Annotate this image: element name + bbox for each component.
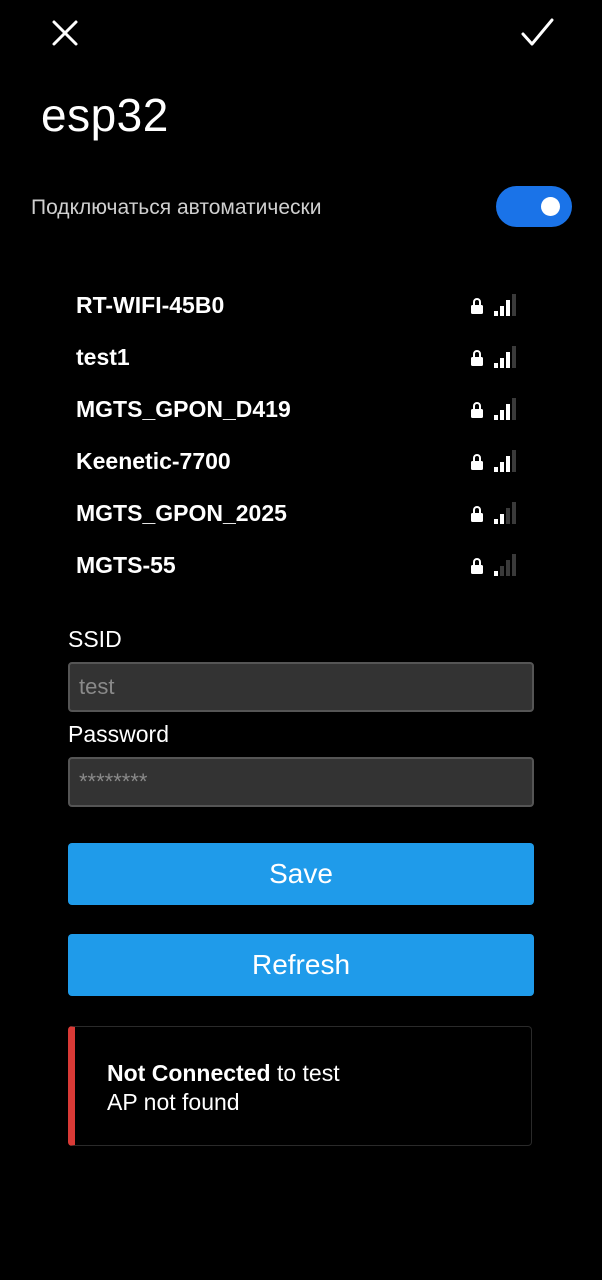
signal-bar: [500, 358, 504, 368]
check-icon: [521, 18, 554, 46]
status-target: to test: [270, 1060, 340, 1086]
signal-bar: [494, 363, 498, 368]
signal-strength-icon: [494, 500, 518, 524]
signal-bar: [494, 311, 498, 316]
signal-bar: [506, 508, 510, 524]
network-item[interactable]: MGTS_GPON_2025: [76, 492, 526, 544]
signal-bar: [512, 554, 516, 576]
signal-bar: [506, 300, 510, 316]
network-list: RT-WIFI-45B0 test1 MGTS_GPON_D419 Keenetic-…: [76, 284, 526, 596]
signal-strength-icon: [494, 552, 518, 576]
status-detail: AP not found: [107, 1089, 240, 1115]
confirm-button[interactable]: [513, 9, 561, 57]
network-name: MGTS_GPON_2025: [76, 500, 287, 526]
signal-bar: [500, 410, 504, 420]
toggle-knob: [541, 197, 560, 216]
signal-bar: [512, 502, 516, 524]
signal-bar: [494, 519, 498, 524]
network-item[interactable]: MGTS_GPON_D419: [76, 388, 526, 440]
network-name: RT-WIFI-45B0: [76, 292, 225, 318]
refresh-button[interactable]: Refresh: [68, 934, 534, 996]
network-item[interactable]: Keenetic-7700: [76, 440, 526, 492]
network-item[interactable]: MGTS-55: [76, 544, 526, 596]
signal-bar: [506, 560, 510, 576]
auto-connect-toggle[interactable]: [496, 186, 572, 227]
status-line: Not Connected to test: [107, 1060, 340, 1087]
auto-connect-row: Подключаться автоматически: [31, 186, 572, 230]
lock-icon: [471, 454, 483, 470]
top-bar: [0, 0, 602, 70]
signal-strength-icon: [494, 396, 518, 420]
close-icon: [52, 20, 78, 46]
network-name: test1: [76, 344, 130, 370]
signal-strength-icon: [494, 344, 518, 368]
password-label: Password: [68, 721, 169, 747]
network-name: MGTS_GPON_D419: [76, 396, 291, 422]
signal-bar: [506, 404, 510, 420]
status-panel: Not Connected to test AP not found: [68, 1026, 532, 1146]
signal-bar: [500, 306, 504, 316]
signal-bar: [512, 346, 516, 368]
save-button[interactable]: Save: [68, 843, 534, 905]
lock-icon: [471, 298, 483, 314]
signal-bar: [494, 571, 498, 576]
ssid-label: SSID: [68, 626, 122, 652]
signal-bar: [500, 514, 504, 524]
auto-connect-label: Подключаться автоматически: [31, 196, 322, 219]
lock-icon: [471, 402, 483, 418]
lock-icon: [471, 350, 483, 366]
signal-bar: [506, 456, 510, 472]
password-input[interactable]: [68, 757, 534, 807]
lock-icon: [471, 506, 483, 522]
network-item[interactable]: RT-WIFI-45B0: [76, 284, 526, 336]
close-button[interactable]: [41, 9, 89, 57]
signal-bar: [506, 352, 510, 368]
signal-bar: [500, 566, 504, 576]
signal-bar: [494, 467, 498, 472]
lock-icon: [471, 558, 483, 574]
network-name: MGTS-55: [76, 552, 176, 578]
status-state: Not Connected: [107, 1060, 271, 1086]
signal-bar: [500, 462, 504, 472]
signal-bar: [512, 294, 516, 316]
network-item[interactable]: test1: [76, 336, 526, 388]
page-title: esp32: [41, 89, 169, 141]
ssid-input[interactable]: [68, 662, 534, 712]
signal-strength-icon: [494, 292, 518, 316]
network-name: Keenetic-7700: [76, 448, 231, 474]
signal-bar: [512, 450, 516, 472]
signal-bar: [494, 415, 498, 420]
signal-strength-icon: [494, 448, 518, 472]
signal-bar: [512, 398, 516, 420]
